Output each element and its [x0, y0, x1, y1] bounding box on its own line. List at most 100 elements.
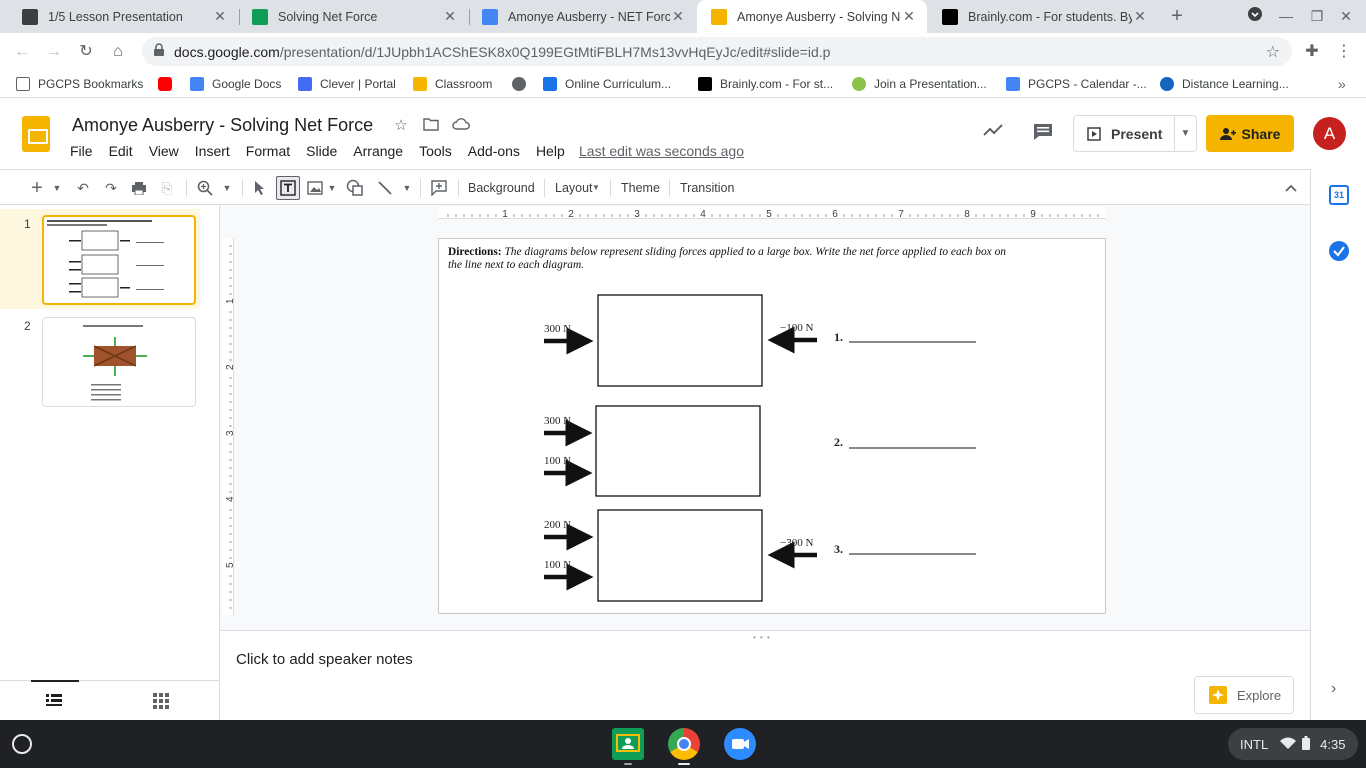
bookmark-folder-pgcps[interactable]: PGCPS Bookmarks	[16, 75, 143, 93]
forward-arrow-icon[interactable]: →	[42, 40, 66, 64]
select-arrow-icon[interactable]	[250, 176, 270, 200]
menu-file[interactable]: File	[62, 141, 101, 161]
grid-view-icon[interactable]	[153, 693, 169, 712]
browser-tab-net-force-doc[interactable]: Amonye Ausberry - NET Force ✕	[468, 0, 696, 33]
restore-icon[interactable]: ❐	[1307, 6, 1327, 26]
address-bar[interactable]: docs.google.com/presentation/d/1JUpbh1AC…	[142, 37, 1292, 66]
extensions-icon[interactable]: ✚	[1300, 40, 1324, 64]
calendar-icon[interactable]: 31	[1329, 185, 1349, 205]
close-icon[interactable]: ✕	[442, 8, 458, 25]
present-button[interactable]: Present ▼	[1073, 115, 1197, 152]
tab-search-icon[interactable]	[1245, 6, 1265, 26]
expand-panel-chevron-right-icon[interactable]: ›	[1331, 681, 1347, 697]
menu-slide[interactable]: Slide	[298, 141, 345, 161]
close-icon[interactable]: ✕	[1132, 8, 1148, 25]
document-title[interactable]: Amonye Ausberry - Solving Net Force	[72, 115, 373, 136]
share-button[interactable]: Share	[1206, 115, 1294, 152]
bookmark-globe[interactable]	[512, 75, 534, 93]
toolbar-separator	[242, 179, 243, 197]
menu-insert[interactable]: Insert	[187, 141, 238, 161]
print-icon[interactable]	[128, 176, 150, 200]
line-chevron-down-icon[interactable]: ▼	[400, 176, 414, 200]
browser-tab-brainly[interactable]: Brainly.com - For students. By ✕	[928, 0, 1158, 33]
toolbar-separator	[186, 179, 187, 197]
bookmark-classroom[interactable]: Classroom	[413, 75, 492, 93]
present-main[interactable]: Present	[1074, 116, 1174, 151]
image-chevron-down-icon[interactable]: ▼	[326, 176, 338, 200]
layout-chevron-down-icon[interactable]: ▼	[591, 176, 601, 200]
menu-tools[interactable]: Tools	[411, 141, 460, 161]
slide-canvas[interactable]: Directions: The diagrams below represent…	[438, 238, 1106, 614]
paint-format-icon[interactable]: ⎘	[156, 176, 178, 200]
tasks-icon[interactable]	[1329, 241, 1349, 261]
browser-toolbar: ← → ↻ ⌂ docs.google.com/presentation/d/1…	[0, 33, 1366, 70]
redo-icon[interactable]: ↷	[100, 176, 122, 200]
add-comment-icon[interactable]	[428, 176, 450, 200]
shape-icon[interactable]	[344, 176, 366, 200]
menu-arrange[interactable]: Arrange	[345, 141, 411, 161]
move-folder-icon[interactable]	[422, 117, 440, 135]
theme-button[interactable]: Theme	[621, 176, 660, 200]
notes-resize-handle[interactable]: • • •	[753, 633, 771, 642]
close-icon[interactable]: ✕	[901, 8, 917, 25]
transition-button[interactable]: Transition	[680, 176, 734, 200]
layout-button[interactable]: Layout	[555, 176, 593, 200]
browser-tab-active-slides[interactable]: Amonye Ausberry - Solving Ne ✕	[697, 0, 927, 33]
bookmark-clever[interactable]: Clever | Portal	[298, 75, 396, 93]
svg-text:1: 1	[225, 298, 234, 304]
slide-thumbnail-2[interactable]: 2	[0, 311, 200, 411]
line-icon[interactable]	[374, 176, 396, 200]
account-avatar[interactable]: A	[1313, 117, 1346, 150]
reload-icon[interactable]: ↻	[74, 40, 98, 64]
slide-thumbnail-1[interactable]: 1	[0, 209, 200, 309]
home-icon[interactable]: ⌂	[106, 40, 130, 64]
browser-tab-solving-net-force[interactable]: Solving Net Force ✕	[238, 0, 468, 33]
bookmark-brainly[interactable]: Brainly.com - For st...	[698, 75, 833, 93]
explore-button[interactable]: Explore	[1194, 676, 1294, 714]
window-close-icon[interactable]: ✕	[1336, 6, 1356, 26]
speaker-notes-input[interactable]: Click to add speaker notes	[236, 651, 413, 668]
new-tab-icon[interactable]: +	[1167, 6, 1187, 26]
back-arrow-icon[interactable]: ←	[10, 40, 34, 64]
menu-view[interactable]: View	[141, 141, 187, 161]
activity-trend-icon[interactable]	[982, 123, 1004, 141]
bookmark-join-presentation[interactable]: Join a Presentation...	[852, 75, 987, 93]
menu-edit[interactable]: Edit	[101, 141, 141, 161]
new-slide-plus-icon[interactable]: +	[26, 176, 48, 200]
minimize-icon[interactable]: —	[1276, 6, 1296, 26]
more-bookmarks-icon[interactable]: »	[1338, 75, 1346, 93]
zoom-chevron-down-icon[interactable]: ▼	[220, 176, 234, 200]
bookmark-pgcps-calendar[interactable]: PGCPS - Calendar -...	[1006, 75, 1147, 93]
bookmark-youtube[interactable]	[158, 75, 180, 93]
bookmark-google-docs[interactable]: Google Docs	[190, 75, 281, 93]
menu-format[interactable]: Format	[238, 141, 298, 161]
bookmark-star-icon[interactable]: ☆	[1266, 42, 1280, 62]
close-icon[interactable]: ✕	[212, 8, 228, 25]
bookmark-online-curriculum[interactable]: Online Curriculum...	[543, 75, 671, 93]
collapse-toolbar-chevron-up-icon[interactable]	[1280, 176, 1302, 200]
status-tray[interactable]: INTL 4:35	[1228, 728, 1358, 760]
zoom-icon[interactable]	[194, 176, 216, 200]
browser-tab-lesson-presentation[interactable]: 1/5 Lesson Presentation ✕	[8, 0, 238, 33]
last-edit-link[interactable]: Last edit was seconds ago	[579, 143, 744, 159]
background-button[interactable]: Background	[468, 176, 535, 200]
star-icon[interactable]: ☆	[392, 117, 410, 135]
close-icon[interactable]: ✕	[670, 8, 686, 25]
google-classroom-app-icon[interactable]	[612, 728, 644, 760]
bookmark-distance-learning[interactable]: Distance Learning...	[1160, 75, 1289, 93]
menu-addons[interactable]: Add-ons	[460, 141, 528, 161]
undo-icon[interactable]: ↶	[72, 176, 94, 200]
image-icon[interactable]	[305, 176, 325, 200]
chrome-app-icon[interactable]	[668, 728, 700, 760]
new-slide-chevron-down-icon[interactable]: ▼	[50, 176, 64, 200]
slides-logo-icon[interactable]	[22, 116, 50, 152]
present-options-chevron-icon[interactable]: ▼	[1174, 116, 1196, 151]
chrome-menu-icon[interactable]: ⋮	[1332, 40, 1356, 64]
filmstrip-view-icon[interactable]	[46, 693, 62, 710]
cloud-saved-icon[interactable]	[452, 117, 470, 135]
launcher-icon[interactable]	[12, 734, 32, 754]
zoom-app-icon[interactable]	[724, 728, 756, 760]
text-box-icon[interactable]	[276, 176, 300, 200]
comments-icon[interactable]	[1032, 123, 1054, 141]
menu-help[interactable]: Help	[528, 141, 573, 161]
